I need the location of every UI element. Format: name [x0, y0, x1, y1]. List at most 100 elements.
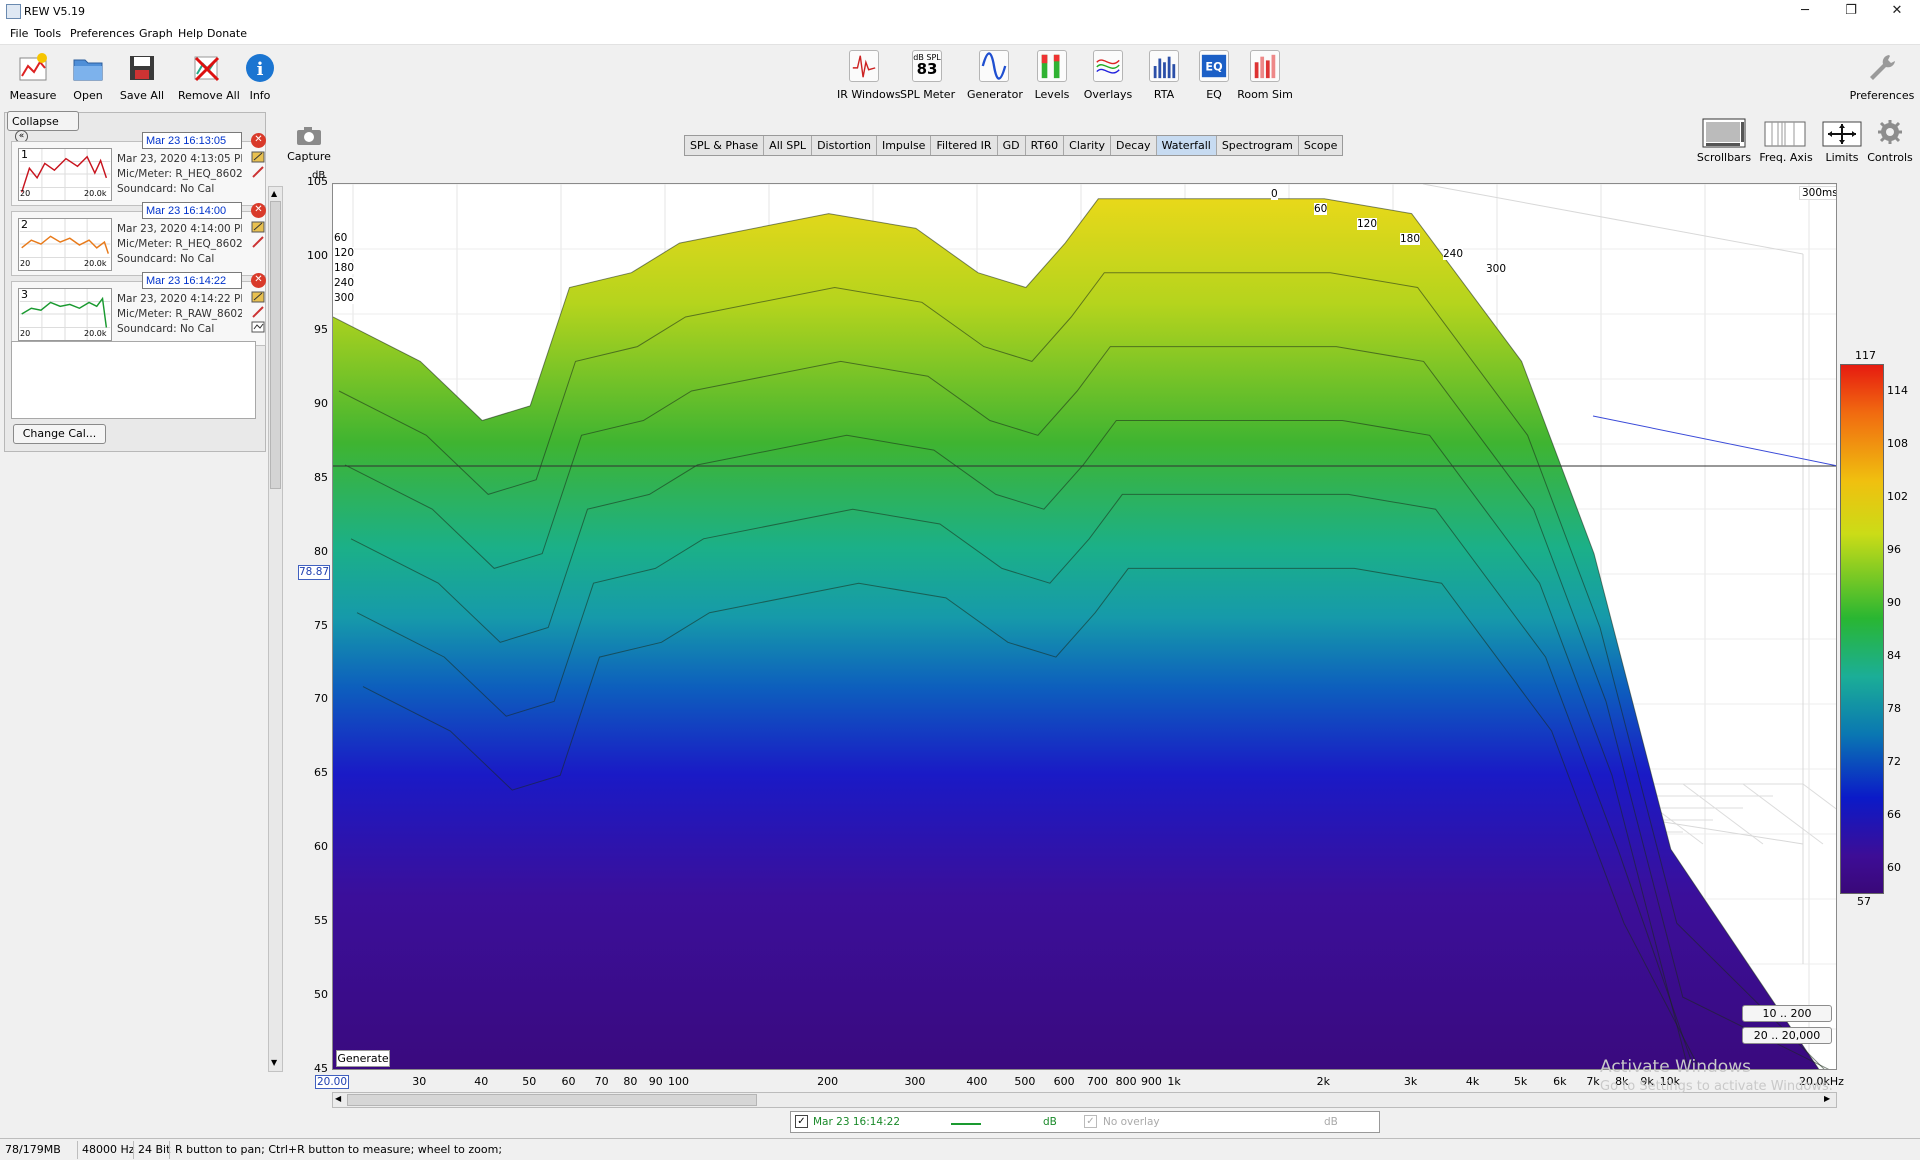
grid-line	[1742, 783, 1824, 845]
scroll-down-icon[interactable]: ▼	[271, 1058, 277, 1067]
tab-all-spl[interactable]: All SPL	[764, 136, 813, 155]
measurement-name-field[interactable]	[142, 132, 242, 149]
menu-graph[interactable]: Graph	[139, 27, 173, 40]
time-range-button[interactable]: 10 .. 200	[1742, 1005, 1832, 1022]
time-axis-left-label: 120	[334, 247, 355, 259]
tab-gd[interactable]: GD	[998, 136, 1026, 155]
scroll-up-icon[interactable]: ▲	[271, 189, 277, 198]
controls-button[interactable]: Controls	[1862, 118, 1918, 164]
y-tick-label: 65	[314, 766, 328, 780]
close-button[interactable]: ✕	[1874, 0, 1920, 23]
notes-area[interactable]	[11, 341, 256, 419]
measurement-item-1[interactable]: 1 20 20.0k ✕ Mar 23, 2020 4:13:05 PM Mic…	[11, 132, 266, 206]
x-tick-label: 100	[667, 1075, 689, 1088]
overlays-button[interactable]: Overlays	[1081, 48, 1135, 106]
pencil-icon[interactable]	[251, 166, 265, 178]
tab-distortion[interactable]: Distortion	[812, 136, 877, 155]
ir-windows-button[interactable]: IR Windows	[837, 48, 901, 106]
tab-clarity[interactable]: Clarity	[1064, 136, 1112, 155]
menu-donate[interactable]: Donate	[207, 27, 247, 40]
svg-text:i: i	[257, 59, 264, 80]
time-axis-left-label: 240	[334, 277, 355, 289]
room-sim-button[interactable]: Room Sim	[1237, 48, 1293, 106]
tab-spectrogram[interactable]: Spectrogram	[1217, 136, 1299, 155]
save-all-button[interactable]: Save All	[113, 47, 171, 109]
menu-help[interactable]: Help	[178, 27, 203, 40]
measurement-item-3[interactable]: 3 20 20.0k ✕ Mar 23, 2020 4:14:22 PM Mic…	[11, 272, 266, 346]
remove-measurement-icon[interactable]: ✕	[251, 273, 266, 288]
measurement-name-field[interactable]	[142, 272, 242, 289]
collapse-button[interactable]: Collapse «	[7, 111, 79, 143]
remove-all-button[interactable]: Remove All	[178, 47, 240, 109]
maximize-button[interactable]: ❐	[1828, 0, 1874, 23]
open-button[interactable]: Open	[59, 47, 117, 109]
menu-file[interactable]: File	[10, 27, 28, 40]
remove-measurement-icon[interactable]: ✕	[251, 133, 266, 148]
measurement-item-2[interactable]: 2 20 20.0k ✕ Mar 23, 2020 4:14:00 PM Mic…	[11, 202, 266, 276]
legend-bar: ✓ Mar 23 16:14:22 dB ✓ No overlay dB	[790, 1111, 1380, 1133]
levels-icon	[1037, 50, 1067, 82]
info-button[interactable]: i Info	[231, 47, 289, 109]
edit-icon[interactable]	[251, 151, 265, 163]
tab-waterfall[interactable]: Waterfall	[1156, 136, 1217, 155]
waterfall-plot[interactable]: 300ms 0 60 120 180 240 300 60 120 180 240 300	[332, 183, 1837, 1070]
ir-windows-icon	[849, 50, 879, 82]
eq-button[interactable]: EQ EQ	[1187, 48, 1241, 106]
freq-axis-button[interactable]: Freq. Axis	[1756, 118, 1816, 164]
capture-button[interactable]: Capture	[287, 125, 331, 163]
overlay-checkbox[interactable]: ✓	[1084, 1115, 1097, 1128]
rta-button[interactable]: RTA	[1137, 48, 1191, 106]
x-tick-label: 400	[966, 1075, 988, 1088]
tab-impulse[interactable]: Impulse	[877, 136, 932, 155]
preferences-button[interactable]: Preferences	[1847, 47, 1917, 109]
colorbar-tick-label: 72	[1887, 754, 1901, 768]
menu-tools[interactable]: Tools	[34, 27, 61, 40]
cursor-diagonal	[1592, 415, 1836, 467]
calibration-icon[interactable]	[251, 321, 265, 333]
time-axis-left-label: 60	[334, 232, 348, 244]
legend-line-swatch	[951, 1123, 981, 1125]
pencil-icon[interactable]	[251, 236, 265, 248]
pencil-icon[interactable]	[251, 306, 265, 318]
colorbar-tick-label: 108	[1887, 436, 1908, 450]
generate-button[interactable]: Generate	[336, 1050, 390, 1067]
scrollbars-button[interactable]: Scrollbars	[1696, 118, 1752, 164]
time-axis-label: 0	[1271, 188, 1278, 200]
tab-spl-phase[interactable]: SPL & Phase	[685, 136, 765, 155]
cursor-value-label: 78.87	[298, 565, 330, 580]
change-cal-button[interactable]: Change Cal...	[13, 424, 106, 444]
hscroll-thumb[interactable]	[347, 1094, 757, 1106]
time-axis-left-label: 180	[334, 262, 355, 274]
eq-icon: EQ	[1199, 50, 1229, 82]
y-tick-label: 80	[314, 544, 328, 558]
edit-icon[interactable]	[251, 291, 265, 303]
minimize-button[interactable]: ─	[1782, 0, 1828, 23]
app-icon	[6, 4, 21, 19]
colorbar	[1840, 364, 1884, 894]
x-tick-label: 3k	[1403, 1075, 1418, 1088]
tab-rt60[interactable]: RT60	[1026, 136, 1065, 155]
edit-icon[interactable]	[251, 221, 265, 233]
remove-measurement-icon[interactable]: ✕	[251, 203, 266, 218]
status-separator	[169, 1141, 170, 1159]
tab-scope[interactable]: Scope	[1299, 136, 1343, 155]
save-all-icon	[130, 56, 154, 80]
status-separator	[133, 1141, 134, 1159]
freq-range-button[interactable]: 20 .. 20,000	[1742, 1027, 1832, 1044]
measure-button[interactable]: Measure	[4, 47, 62, 109]
measurement-name-field[interactable]	[142, 202, 242, 219]
status-separator	[77, 1141, 78, 1159]
folder-icon	[73, 59, 103, 81]
room-sim-icon	[1250, 50, 1280, 82]
generator-button[interactable]: Generator	[967, 48, 1023, 106]
menu-preferences[interactable]: Preferences	[70, 27, 135, 40]
levels-button[interactable]: Levels	[1025, 48, 1079, 106]
sample-rate-status: 48000 Hz	[82, 1143, 135, 1156]
panel-scrollbar[interactable]: ▲ ▼	[268, 186, 283, 1072]
legend-checkbox[interactable]: ✓	[795, 1115, 808, 1128]
scroll-left-icon[interactable]: ◀	[335, 1094, 341, 1103]
tab-filtered-ir[interactable]: Filtered IR	[931, 136, 998, 155]
scroll-thumb[interactable]	[270, 201, 281, 489]
tab-decay[interactable]: Decay	[1111, 136, 1157, 155]
spl-meter-button[interactable]: dB SPL 83 SPL Meter	[900, 48, 955, 106]
